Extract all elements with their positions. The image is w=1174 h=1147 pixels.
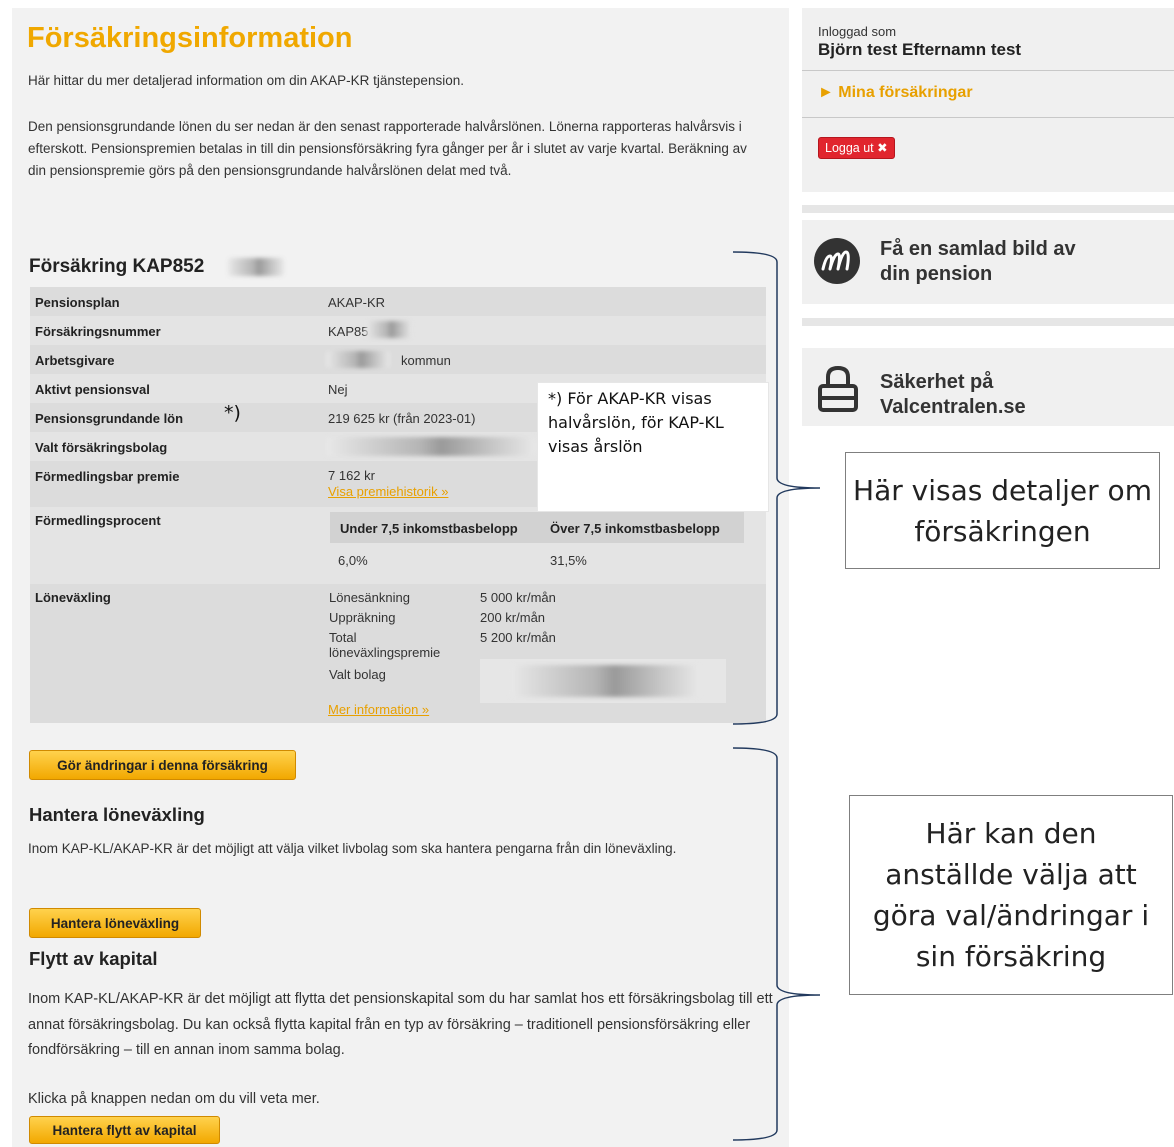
pension-promo-text[interactable]: Få en samlad bild av din pension	[880, 237, 1080, 287]
redacted-value	[366, 321, 412, 338]
row-label: Pensionsplan	[35, 295, 120, 310]
asterisk-marker: *)	[224, 402, 241, 424]
row-label: Arbetsgivare	[35, 353, 115, 368]
row-label: Valt försäkringsbolag	[35, 440, 168, 455]
exchange-item-label: Total löneväxlingspremie	[329, 630, 441, 660]
row-value: kommun	[401, 353, 451, 368]
transfer-cta-text: Klicka på knappen nedan om du vill veta …	[28, 1091, 320, 1107]
description-text: Den pensionsgrundande lönen du ser nedan…	[28, 119, 747, 178]
table-row: Löneväxling Lönesänkning 5 000 kr/mån Up…	[30, 584, 766, 723]
salary-exchange-title: Hantera löneväxling	[29, 804, 205, 825]
premium-history-link[interactable]: Visa premiehistorik »	[328, 484, 448, 499]
padlock-icon	[818, 365, 858, 412]
salary-note-box: *) För AKAP-KR visas halvårslön, för KAP…	[537, 382, 769, 512]
row-value: 7 162 kr	[328, 468, 375, 483]
row-label: Förmedlingsbar premie	[35, 469, 180, 484]
table-row: Arbetsgivare kommun	[30, 345, 766, 374]
make-changes-button[interactable]: Gör ändringar i denna försäkring	[29, 750, 296, 780]
exchange-item-label: Lönesänkning	[329, 590, 410, 605]
row-value: 219 625 kr (från 2023-01)	[328, 411, 476, 426]
subtable-cell: 31,5%	[550, 553, 587, 568]
subtable-header-cell: Över 7,5 inkomstbasbelopp	[550, 521, 720, 536]
subtable-cell: 6,0%	[338, 553, 368, 568]
redacted-insurance-number	[228, 258, 284, 276]
intro-text: Här hittar du mer detaljerad information…	[28, 73, 464, 88]
exchange-item-value: 5 200 kr/mån	[480, 630, 556, 645]
divider-band	[802, 205, 1174, 213]
salary-exchange-text: Inom KAP-KL/AKAP-KR är det möjligt att v…	[28, 841, 677, 856]
transfer-title: Flytt av kapital	[29, 948, 158, 969]
row-label: Pensionsgrundande lön	[35, 411, 184, 426]
more-information-link[interactable]: Mer information »	[328, 702, 429, 717]
transfer-capital-button[interactable]: Hantera flytt av kapital	[29, 1116, 220, 1144]
divider	[802, 70, 1174, 71]
manage-salary-exchange-button[interactable]: Hantera löneväxling	[29, 908, 201, 938]
redacted-value	[326, 351, 390, 368]
user-name: Björn test Efternamn test	[818, 40, 1022, 59]
details-callout: Här visas detaljer om försäkringen	[845, 452, 1160, 569]
my-insurances-link[interactable]: ► Mina försäkringar	[818, 84, 973, 102]
minpension-logo-icon	[814, 238, 860, 284]
page-title: Försäkringsinformation	[27, 22, 353, 54]
divider-band	[802, 318, 1174, 326]
subtable-header-cell: Under 7,5 inkomstbasbelopp	[340, 521, 518, 536]
choices-callout: Här kan den anställde välja att göra val…	[849, 795, 1173, 995]
exchange-item-value: 200 kr/mån	[480, 610, 546, 625]
row-label: Aktivt pensionsval	[35, 382, 150, 397]
exchange-item-label: Valt bolag	[329, 667, 386, 682]
row-value: Nej	[328, 382, 348, 397]
security-promo-text[interactable]: Säkerhet på Valcentralen.se	[880, 370, 1100, 420]
divider	[802, 117, 1174, 118]
insurance-title: Försäkring KAP852	[29, 256, 205, 277]
chosen-company-field	[480, 659, 726, 703]
redacted-value	[510, 665, 700, 697]
row-label: Försäkringsnummer	[35, 324, 161, 339]
row-label: Löneväxling	[35, 590, 111, 605]
row-value: KAP85	[328, 324, 369, 339]
percent-subtable: Under 7,5 inkomstbasbelopp Över 7,5 inko…	[330, 512, 744, 578]
logout-button[interactable]: Logga ut ✖	[818, 137, 895, 159]
logged-in-label: Inloggad som	[818, 24, 897, 39]
table-row: Försäkringsnummer KAP85	[30, 316, 766, 345]
table-row: Pensionsplan AKAP-KR	[30, 287, 766, 316]
row-value: AKAP-KR	[328, 295, 386, 310]
exchange-item-value: 5 000 kr/mån	[480, 590, 556, 605]
transfer-text: Inom KAP-KL/AKAP-KR är det möjligt att f…	[28, 991, 773, 1058]
exchange-item-label: Uppräkning	[329, 610, 396, 625]
redacted-value	[326, 437, 536, 456]
row-label: Förmedlingsprocent	[35, 513, 161, 528]
